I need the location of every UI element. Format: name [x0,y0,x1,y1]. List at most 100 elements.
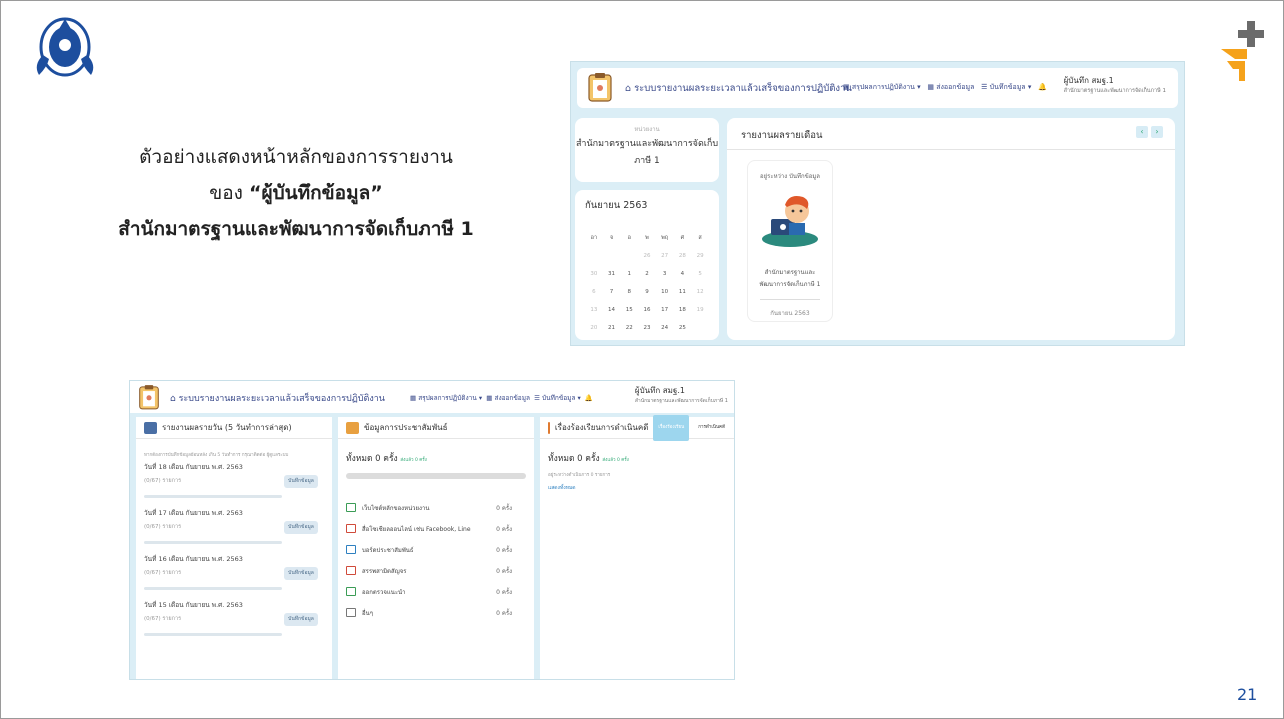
pr-item-label: เว็บไซต์หลักของหน่วยงาน [362,504,430,512]
calendar-day[interactable]: 1 [620,265,638,283]
tab-complaint[interactable]: เรื่องร้องเรียน [653,414,690,441]
menu-report[interactable]: ▦ ส่งออกข้อมูล [486,394,530,402]
pr-item[interactable]: สื่อโซเชียลออนไลน์ เช่น Facebook, Line 0 … [346,518,526,539]
pr-item-value: 0 ครั้ง [496,567,512,575]
calendar-day[interactable]: 30 [585,265,603,283]
calendar-day[interactable]: 31 [603,265,621,283]
calendar-day[interactable]: 5 [691,265,709,283]
calendar-day[interactable]: 26 [638,247,656,265]
day-progress-bar [144,541,282,544]
pr-item[interactable]: สรรพสามิตสัญจร 0 ครั้ง [346,560,526,581]
pr-item[interactable]: อื่นๆ 0 ครั้ง [346,602,526,623]
day-date: วันที่ 17 เดือน กันยายน พ.ศ. 2563 [144,509,243,517]
calendar-day[interactable]: 23 [638,319,656,337]
calendar-day[interactable]: 29 [691,247,709,265]
calendar-day[interactable]: 6 [585,283,603,301]
menu-report[interactable]: ▦ ส่งออกข้อมูล [927,83,974,91]
record-button[interactable]: บันทึกข้อมูล [284,521,318,534]
pr-item[interactable]: บอร์ดประชาสัมพันธ์ 0 ครั้ง [346,539,526,560]
complaint-pending: อยู่ระหว่างดำเนินการ 0 รายการ [548,473,611,478]
day-row: วันที่ 17 เดือน กันยายน พ.ศ. 2563 (0/67) … [144,504,324,550]
weekday-label: พ [645,235,649,241]
pr-item-label: อื่นๆ [362,609,373,617]
bell-icon[interactable]: 🔔 [585,394,593,402]
day-date: วันที่ 15 เดือน กันยายน พ.ศ. 2563 [144,601,243,609]
weekday-label: ศ [680,235,685,241]
show-all-link[interactable]: แสดงทั้งหมด [548,484,734,492]
prev-month-button[interactable]: ‹ [1136,126,1148,138]
calendar-day[interactable]: 2 [638,265,656,283]
top-menu: ▦ สรุปผลการปฏิบัติงาน ▾ ▦ ส่งออกข้อมูล ☰… [843,82,1047,93]
calendar-day[interactable]: 17 [656,301,674,319]
panel-header: รายงานผลรายวัน (5 วันทำการล่าสุด) [136,417,332,439]
menu-summary[interactable]: ▦ สรุปผลการปฏิบัติงาน ▾ [843,83,921,91]
brand-arrow-logo [1221,21,1264,81]
calendar-day[interactable]: 21 [603,319,621,337]
calendar-day[interactable]: 11 [674,283,692,301]
tab-litigation[interactable]: การดำเนินคดี [693,415,730,441]
pr-item-value: 0 ครั้ง [496,588,512,596]
unit-name: สำนักมาตรฐานและพัฒนาการจัดเก็บ [575,139,719,149]
backdate-note: หากต้องการบันทึกข้อมูลย้อนหลัง เกิน 5 วั… [144,453,289,458]
complaint-tabs: เรื่องร้องเรียน การดำเนินคดี [653,414,730,441]
calendar-day[interactable]: 13 [585,301,603,319]
pr-item-value: 0 ครั้ง [496,504,512,512]
app-header: ⌂ ระบบรายงานผลระยะเวลาแล้วเสร็จของการปฏิ… [577,68,1178,108]
calendar-day[interactable]: 10 [656,283,674,301]
calendar-day[interactable]: 16 [638,301,656,319]
calendar-day[interactable]: 19 [691,301,709,319]
record-button[interactable]: บันทึกข้อมูล [284,567,318,580]
day-date: วันที่ 18 เดือน กันยายน พ.ศ. 2563 [144,463,243,471]
app-title[interactable]: ⌂ ระบบรายงานผลระยะเวลาแล้วเสร็จของการปฏิ… [170,391,385,405]
bell-icon[interactable]: 🔔 [1038,83,1047,91]
calendar-day[interactable]: 22 [620,319,638,337]
calendar-day[interactable]: 15 [620,301,638,319]
menu-record[interactable]: ☰ บันทึกข้อมูล ▾ [981,83,1031,91]
calendar-day[interactable]: 7 [603,283,621,301]
weekday-label: พฤ [661,235,669,241]
calendar-day[interactable]: 20 [585,319,603,337]
weekday-label: อ [627,235,631,241]
pr-total: ทั้งหมด 0 ครั้ง ส่งแล้ว 0 ครั้ง [346,454,427,464]
app-title[interactable]: ⌂ ระบบรายงานผลระยะเวลาแล้วเสร็จของการปฏิ… [625,81,852,96]
calendar-day[interactable]: 14 [603,301,621,319]
daily-screen-screenshot: ⌂ ระบบรายงานผลระยะเวลาแล้วเสร็จของการปฏิ… [129,380,735,680]
calendar-day[interactable]: 8 [620,283,638,301]
checklist-icon [346,566,356,575]
calendar-day[interactable]: 9 [638,283,656,301]
record-button[interactable]: บันทึกข้อมูล [284,475,318,488]
pr-item[interactable]: ออกตรวจแนะนำ 0 ครั้ง [346,581,526,602]
checklist-icon [346,587,356,596]
clipboard-icon [588,73,612,102]
calendar-day[interactable]: 25 [674,319,692,337]
calendar-day [691,319,709,337]
day-progress-bar [144,633,282,636]
calendar-day[interactable]: 28 [674,247,692,265]
calendar-day[interactable]: 24 [656,319,674,337]
next-month-button[interactable]: › [1151,126,1163,138]
calendar-day[interactable]: 4 [674,265,692,283]
checklist-icon [346,545,356,554]
record-button[interactable]: บันทึกข้อมูล [284,613,318,626]
officer-avatar-icon [762,196,818,247]
calendar: กันยายน 2563 อาจอพพฤศส 26 27 28 29 30 31 1 2 3 4 5… [575,190,719,340]
menu-summary[interactable]: ▦ สรุปผลการปฏิบัติงาน ▾ [410,394,482,402]
calendar-month: กันยายน 2563 [585,200,648,211]
user-info[interactable]: ผู้บันทึก สมฐ.1 สำนักมาตรฐานและพัฒนาการจั… [635,386,728,406]
weekday-label: จ [609,235,614,241]
unit-name-2: ภาษี 1 [634,156,660,166]
calendar-day[interactable]: 3 [656,265,674,283]
monthly-report-panel: รายงานผลรายเดือน ‹ › อยู่ระหว่าง บันทึกข… [727,118,1175,340]
monthly-title: รายงานผลรายเดือน [741,130,823,141]
pr-item[interactable]: เว็บไซต์หลักของหน่วยงาน 0 ครั้ง [346,497,526,518]
pr-item-value: 0 ครั้ง [496,609,512,617]
calendar-day[interactable]: 18 [674,301,692,319]
day-progress-bar [144,495,282,498]
complaint-panel: เรื่องร้องเรียนการดำเนินคดี เรื่องร้องเร… [540,414,734,679]
calendar-day[interactable]: 27 [656,247,674,265]
calendar-day[interactable]: 12 [691,283,709,301]
user-info[interactable]: ผู้บันทึก สมฐ.1 สำนักมาตรฐานและพัฒนาการจั… [1064,76,1166,96]
menu-record[interactable]: ☰ บันทึกข้อมูล ▾ [534,394,581,402]
unit-status-card[interactable]: อยู่ระหว่าง บันทึกข้อมูล สำนักมาตรฐานและ… [747,160,833,322]
weekday-label: ส [698,235,702,241]
